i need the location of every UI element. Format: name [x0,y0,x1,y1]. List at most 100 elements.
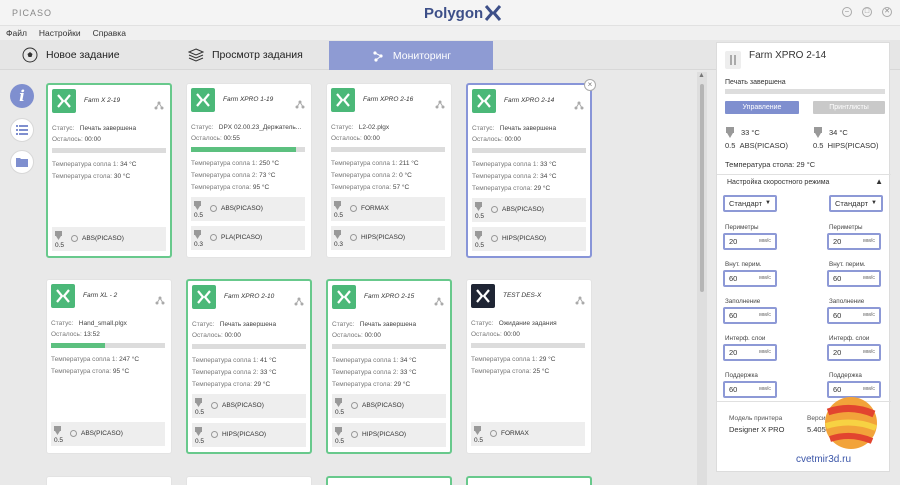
model-label: Модель принтера [729,415,783,422]
progress-fill [51,343,105,348]
nozzle2-row: Температура сопла 2: 0 °C [331,172,447,179]
speed-settings-title[interactable]: Настройка скоростного режима [727,179,829,186]
remaining-row: Осталось: 00:00 [192,332,308,339]
progress-bar [472,148,586,153]
status-label: Статус: [51,320,74,327]
speed-unit: мм/с [759,312,771,318]
extruder-slot[interactable]: 0.3 PLA(PICASO) [191,226,305,250]
speed-field-label: Периметры [725,224,759,231]
tab-new-job[interactable]: Новое задание [22,40,120,70]
remaining-row: Осталось: 00:55 [191,135,307,142]
printer-card-partial[interactable] [46,476,172,485]
nozzle1-temp: 33 °C [540,161,557,168]
nozzle-size: 0.5 [194,212,204,219]
nozzle2-row: Температура сопла 2: 34 °C [472,173,588,180]
speed-input-left[interactable]: 60 мм/с [723,270,777,287]
manage-button[interactable]: Управление [725,101,799,114]
pause-button[interactable] [725,51,741,69]
speed-input-left[interactable]: 60 мм/с [723,307,777,324]
nozzle2-row: Температура сопла 2: 33 °C [192,369,308,376]
network-icon [434,293,444,311]
speed-input-left[interactable]: 60 мм/с [723,381,777,398]
material-spool-icon [491,235,498,242]
nozzle2-temp: 34 °C [540,173,557,180]
speed-field-label: Внут. перим. [725,261,762,268]
bed-label: Температура стола: [191,184,252,191]
grid-scrollbar[interactable]: ▲ [697,72,707,485]
extruder-slot[interactable]: 0.5 ABS(PICASO) [192,394,306,418]
tab-monitoring[interactable]: Мониторинг [329,41,493,70]
extruder-slot[interactable]: 0.5 FORMAX [331,197,445,221]
close-card-icon[interactable]: × [584,79,596,91]
speed-input-right[interactable]: 60 мм/с [827,270,881,287]
speed-mode-select-left[interactable]: Стандарт ▼ [723,195,777,212]
nozzle1-temp: 29 °C [539,356,556,363]
extruder-slot[interactable]: 0.5 HIPS(PICASO) [332,423,446,447]
speed-field-label: Поддержка [829,372,862,379]
speed-value: 20 [729,237,738,246]
printer-card[interactable]: Farm XPRO 1-19 Статус: DPX 02.00.23_Держа… [186,83,312,258]
extruder-slot[interactable]: 0.3 HIPS(PICASO) [331,226,445,250]
remaining-row: Осталось: 00:00 [52,136,168,143]
speed-input-right[interactable]: 60 мм/с [827,307,881,324]
printlists-button[interactable]: Принтлисты [813,101,885,114]
extruder-slot[interactable]: 0.5 ABS(PICASO) [51,422,165,446]
remaining-value: 13:52 [83,331,100,338]
status-row: Статус: Печать завершена [52,125,168,132]
extruder-slot[interactable]: 0.5 ABS(PICASO) [472,198,586,222]
nozzle1-temp: 247 °C [119,356,140,363]
printer-card-partial[interactable] [326,476,452,485]
printer-card[interactable]: Farm XPRO 2-14 Статус: Печать завершена Ос… [466,79,596,258]
extruder-slot[interactable]: 0.5 ABS(PICASO) [52,227,166,251]
extruder-slot[interactable]: 0.5 FORMAX [471,422,585,446]
printer-card-partial[interactable] [186,476,312,485]
speed-mode-select-right[interactable]: Стандарт ▼ [829,195,883,212]
status-value: Печать завершена [499,125,557,132]
printer-card-partial[interactable] [466,476,592,485]
status-value: L2-02.plgx [358,124,390,131]
card-header: Farm XPRO 1-19 [191,88,307,112]
extruder-2-material: HIPS(PICASO) [827,141,879,150]
material-spool-icon [211,431,218,438]
menu-settings[interactable]: Настройки [39,26,81,40]
menu-file[interactable]: Файл [6,26,27,40]
extruder-slot[interactable]: 0.5 ABS(PICASO) [191,197,305,221]
scrollbar-thumb[interactable] [700,84,704,292]
speed-unit: мм/с [759,238,771,244]
speed-input-right[interactable]: 20 мм/с [827,344,881,361]
nozzle1-temp: 250 °C [259,160,280,167]
printer-card[interactable]: Farm XL - 2 Статус: Hand_small.plgx Остало… [46,279,172,454]
menu-help[interactable]: Справка [93,26,126,40]
chevron-down-icon: ▼ [765,200,771,206]
nozzle2-temp: 33 °C [260,369,277,376]
material-name: HIPS(PICASO) [361,234,406,241]
speed-input-right[interactable]: 20 мм/с [827,233,881,250]
material-name: FORMAX [361,205,389,212]
minimize-button[interactable]: – [842,7,852,17]
speed-input-left[interactable]: 20 мм/с [723,233,777,250]
printer-card[interactable]: TEST DES-X Статус: Ожидание задания Остало… [466,279,592,454]
printer-name: TEST DES-X [503,292,542,299]
printer-card[interactable]: Farm XPRO 2-16 Статус: L2-02.plgx Осталось… [326,83,452,258]
extruder-slot[interactable]: 0.5 HIPS(PICASO) [192,423,306,447]
printer-card[interactable]: Farm XPRO 2-10 Статус: Печать завершена Ос… [186,279,312,454]
printer-card[interactable]: Farm XPRO 2-15 Статус: Печать завершена Ос… [326,279,452,454]
bed-temp: 29 °C [393,381,411,388]
close-window-button[interactable]: ✕ [882,7,892,17]
tab-view-job[interactable]: Просмотр задания [188,40,303,70]
remaining-label: Осталось: [51,331,82,338]
panel-status: Печать завершена [725,79,786,86]
maximize-button[interactable]: □ [862,7,872,17]
remaining-value: 00:55 [223,135,240,142]
scroll-up-arrow-icon[interactable]: ▲ [698,72,705,79]
extruder-slot[interactable]: 0.5 ABS(PICASO) [332,394,446,418]
extruder-slot[interactable]: 0.5 HIPS(PICASO) [472,227,586,251]
collapse-caret-icon[interactable]: ▲ [875,177,883,186]
speed-input-left[interactable]: 20 мм/с [723,344,777,361]
remaining-row: Осталось: 00:00 [331,135,447,142]
printer-card[interactable]: Farm X 2-19 Статус: Печать завершена Остал… [46,83,172,258]
progress-bar [471,343,585,348]
nozzle1-row: Температура сопла 1: 247 °C [51,356,167,363]
remaining-value: 00:00 [364,332,381,339]
extruder-1-temp: 33 °C [741,128,760,137]
